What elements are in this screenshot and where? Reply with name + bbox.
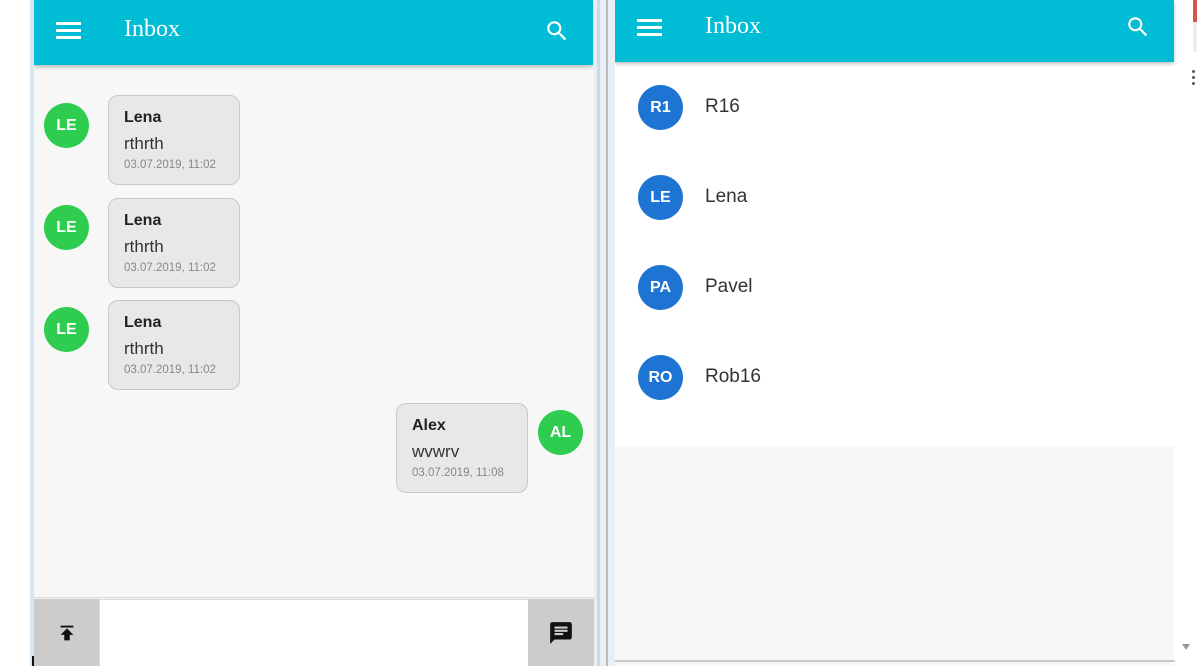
message-timestamp: 03.07.2019, 11:02 [124, 262, 216, 274]
send-message-icon [550, 622, 572, 644]
contacts-window: Inbox R1 R16 LE Lena PA Pavel RO Rob16 [615, 0, 1197, 666]
message-composer [34, 597, 594, 666]
message-author: Lena [124, 109, 162, 126]
message-timestamp: 03.07.2019, 11:08 [412, 467, 504, 479]
background-edge [0, 0, 34, 666]
contact-name: Rob16 [705, 366, 761, 387]
avatar: LE [44, 205, 89, 250]
avatar: PA [638, 265, 683, 310]
contact-item[interactable]: PA Pavel [615, 242, 1174, 332]
contact-name: Pavel [705, 276, 753, 297]
message-timestamp: 03.07.2019, 11:02 [124, 364, 216, 376]
contact-name: Lena [705, 186, 748, 207]
avatar: LE [44, 307, 89, 352]
page-title: Inbox [705, 13, 761, 39]
avatar: LE [638, 175, 683, 220]
upload-icon [60, 625, 73, 641]
message-bubble: Lena rthrth 03.07.2019, 11:02 [108, 95, 240, 185]
contact-name: R16 [705, 96, 740, 117]
search-icon[interactable] [544, 18, 570, 44]
upload-button[interactable] [34, 599, 99, 666]
avatar: RO [638, 355, 683, 400]
message-author: Lena [124, 314, 162, 331]
vertical-scrollbar[interactable] [1174, 0, 1197, 666]
browser-tab-edge [1193, 0, 1197, 22]
message-timestamp: 03.07.2019, 11:02 [124, 159, 216, 171]
chat-window: Inbox LE Lena rthrth 03.07.2019, 11:02 L… [34, 0, 594, 666]
menu-icon[interactable] [56, 22, 81, 40]
message-text: rthrth [124, 339, 164, 358]
message-author: Lena [124, 212, 162, 229]
window-bottom-border [615, 660, 1175, 662]
avatar: AL [538, 410, 583, 455]
message-bubble: Alex wvwrv 03.07.2019, 11:08 [396, 403, 528, 493]
message-bubble: Lena rthrth 03.07.2019, 11:02 [108, 300, 240, 390]
message-text: wvwrv [412, 442, 460, 461]
screen: Inbox LE Lena rthrth 03.07.2019, 11:02 L… [0, 0, 1197, 666]
page-title: Inbox [124, 16, 180, 42]
window-gap-line [597, 0, 600, 666]
contact-item[interactable]: R1 R16 [615, 62, 1174, 152]
search-icon[interactable] [1125, 14, 1151, 40]
window-gap-line [606, 0, 608, 666]
browser-menu-icon[interactable] [1192, 70, 1196, 88]
menu-icon[interactable] [637, 19, 662, 37]
message-text: rthrth [124, 237, 164, 256]
message-author: Alex [412, 417, 446, 434]
chat-app-bar: Inbox [34, 0, 593, 65]
browser-tab-edge [1193, 22, 1197, 52]
scroll-down-icon[interactable] [1182, 644, 1190, 650]
contact-item[interactable]: LE Lena [615, 152, 1174, 242]
message-input[interactable] [99, 599, 529, 666]
contact-item[interactable]: RO Rob16 [615, 332, 1174, 422]
avatar: R1 [638, 85, 683, 130]
avatar: LE [44, 103, 89, 148]
message-text: rthrth [124, 134, 164, 153]
send-message-button[interactable] [528, 599, 594, 666]
message-bubble: Lena rthrth 03.07.2019, 11:02 [108, 198, 240, 288]
contacts-app-bar: Inbox [615, 0, 1174, 62]
contact-list: R1 R16 LE Lena PA Pavel RO Rob16 [615, 62, 1174, 446]
